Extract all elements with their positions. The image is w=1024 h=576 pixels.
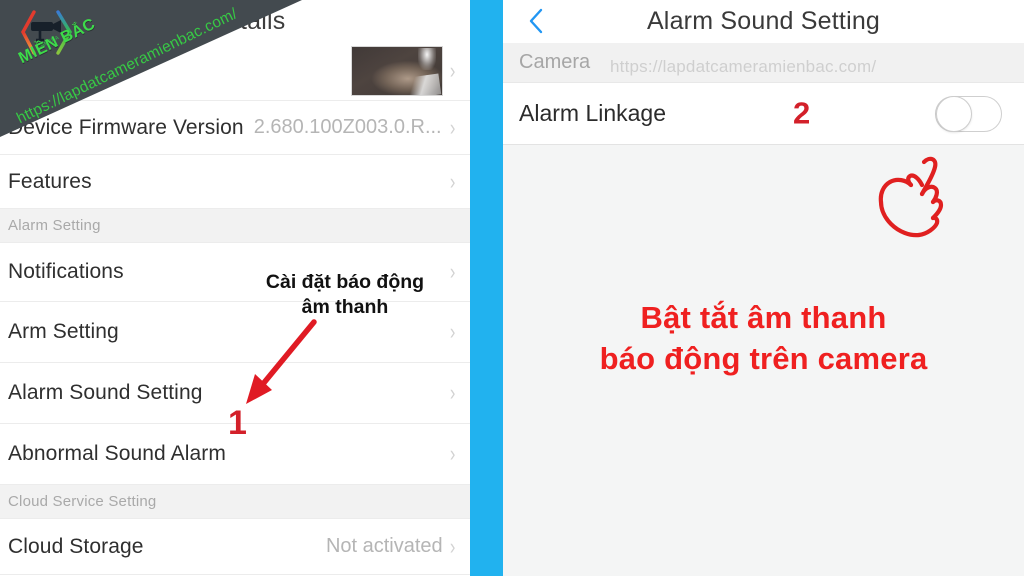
left-panel-title-bar: tails	[0, 0, 470, 42]
screenshot-root: tails › Device Firmware Version 2.680.10…	[0, 0, 1024, 576]
list-item-device-firmware-version[interactable]: Device Firmware Version 2.680.100Z003.0.…	[0, 101, 470, 155]
chevron-right-icon: ›	[449, 259, 456, 284]
step-number-1: 1	[228, 404, 247, 442]
alarm-sound-setting-label: Alarm Sound Setting	[8, 381, 203, 404]
chevron-right-icon: ›	[449, 114, 456, 140]
toggle-knob	[936, 95, 972, 132]
cloud-service-setting-section-label: Cloud Service Setting	[8, 493, 157, 510]
notifications-label: Notifications	[8, 260, 124, 283]
section-header-camera: Camera	[503, 43, 1024, 83]
left-panel-device-details: tails › Device Firmware Version 2.680.10…	[0, 0, 470, 576]
camera-section-label: Camera	[519, 51, 591, 73]
cloud-storage-label: Cloud Storage	[8, 534, 144, 558]
right-panel-alarm-sound-setting: Alarm Sound Setting Camera Alarm Linkage…	[503, 0, 1024, 576]
right-panel-header: Alarm Sound Setting	[503, 0, 1024, 43]
chevron-right-icon: ›	[449, 168, 456, 194]
chevron-right-icon: ›	[449, 380, 456, 405]
section-header-cloud-service-setting: Cloud Service Setting	[0, 485, 470, 519]
arm-setting-label: Arm Setting	[8, 320, 119, 343]
chevron-right-icon: ›	[449, 533, 456, 559]
right-annotation-caption-line1: Bật tắt âm thanh	[640, 300, 887, 335]
right-panel-title: Alarm Sound Setting	[646, 7, 881, 35]
chevron-right-icon: ›	[449, 441, 456, 466]
alarm-linkage-toggle[interactable]	[935, 95, 1002, 132]
list-item-device-thumbnail[interactable]: ›	[0, 42, 470, 101]
device-snapshot-image	[350, 46, 443, 96]
left-annotation-caption-line2: âm thanh	[301, 295, 389, 318]
list-item-alarm-linkage[interactable]: Alarm Linkage 2	[503, 83, 1024, 145]
device-firmware-version-value: 2.680.100Z003.0.R....	[253, 116, 443, 138]
chevron-left-icon	[529, 8, 543, 34]
panel-divider	[470, 0, 503, 576]
left-annotation-caption-line1: Cài đặt báo động	[265, 271, 425, 293]
alarm-setting-section-label: Alarm Setting	[8, 217, 101, 234]
cloud-storage-value: Not activated	[325, 535, 443, 557]
alarm-linkage-label: Alarm Linkage	[519, 100, 667, 126]
back-button[interactable]	[523, 7, 549, 35]
right-annotation-caption: Bật tắt âm thanh báo động trên camera	[503, 297, 1024, 379]
device-firmware-version-label: Device Firmware Version	[8, 115, 244, 139]
list-item-cloud-storage[interactable]: Cloud Storage Not activated ›	[0, 519, 470, 575]
section-header-alarm-setting: Alarm Setting	[0, 209, 470, 243]
chevron-right-icon: ›	[449, 58, 456, 83]
abnormal-sound-alarm-label: Abnormal Sound Alarm	[8, 442, 226, 465]
list-item-features[interactable]: Features ›	[0, 155, 470, 209]
chevron-right-icon: ›	[449, 319, 456, 344]
page-title: tails	[240, 6, 286, 35]
left-annotation-caption: Cài đặt báo động âm thanh	[250, 270, 440, 320]
features-label: Features	[8, 169, 92, 193]
step-number-2: 2	[793, 94, 811, 130]
right-annotation-caption-line2: báo động trên camera	[599, 341, 928, 377]
